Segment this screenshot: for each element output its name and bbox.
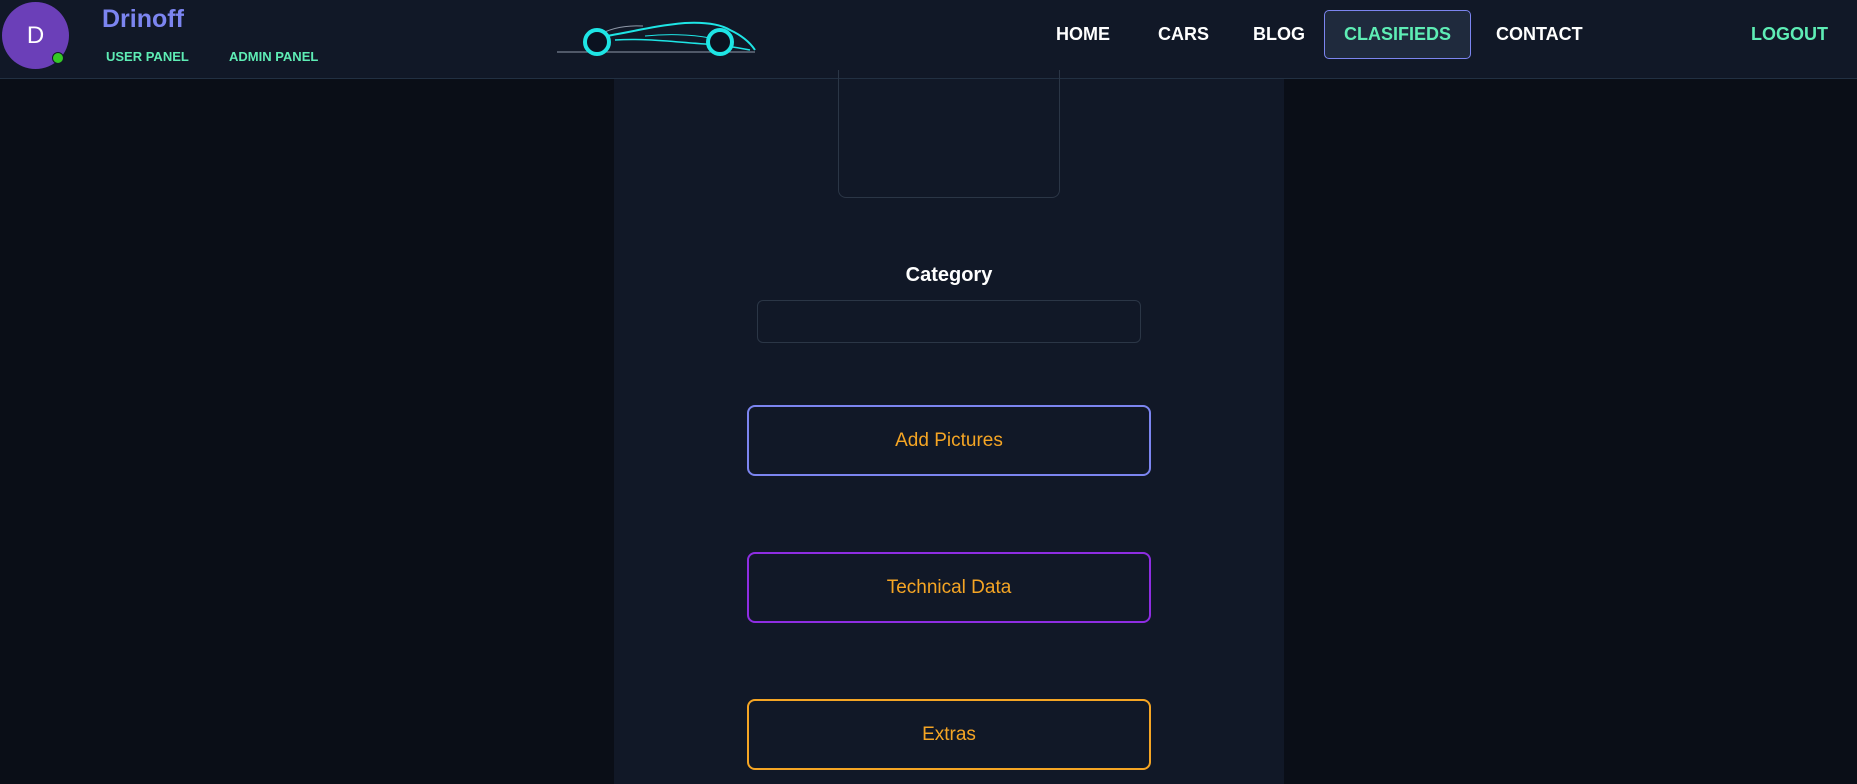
logout-link[interactable]: LOGOUT — [1751, 24, 1828, 45]
admin-panel-link[interactable]: ADMIN PANEL — [229, 49, 318, 64]
top-navbar: D Drinoff USER PANEL ADMIN PANEL HOME CA… — [0, 0, 1857, 79]
add-pictures-button[interactable]: Add Pictures — [747, 405, 1151, 476]
user-panel-link[interactable]: USER PANEL — [106, 49, 189, 64]
nav-contact[interactable]: CONTACT — [1496, 24, 1583, 45]
nav-classifieds-label: CLASIFIEDS — [1343, 24, 1451, 44]
category-label: Category — [905, 264, 993, 286]
technical-data-label: Technical Data — [886, 576, 1012, 598]
nav-cars[interactable]: CARS — [1158, 24, 1209, 45]
username: Drinoff — [102, 5, 184, 33]
add-pictures-label: Add Pictures — [895, 429, 1003, 451]
avatar-letter: D — [26, 21, 45, 49]
image-preview-box — [838, 70, 1060, 198]
technical-data-button[interactable]: Technical Data — [747, 552, 1151, 623]
extras-button[interactable]: Extras — [747, 699, 1151, 770]
nav-classifieds[interactable]: CLASIFIEDS — [1324, 10, 1471, 59]
car-logo-icon[interactable] — [555, 14, 760, 58]
extras-label: Extras — [922, 723, 976, 745]
nav-home[interactable]: HOME — [1056, 24, 1110, 45]
category-input[interactable] — [757, 300, 1141, 343]
nav-blog[interactable]: BLOG — [1253, 24, 1305, 45]
online-status-indicator — [52, 52, 64, 64]
